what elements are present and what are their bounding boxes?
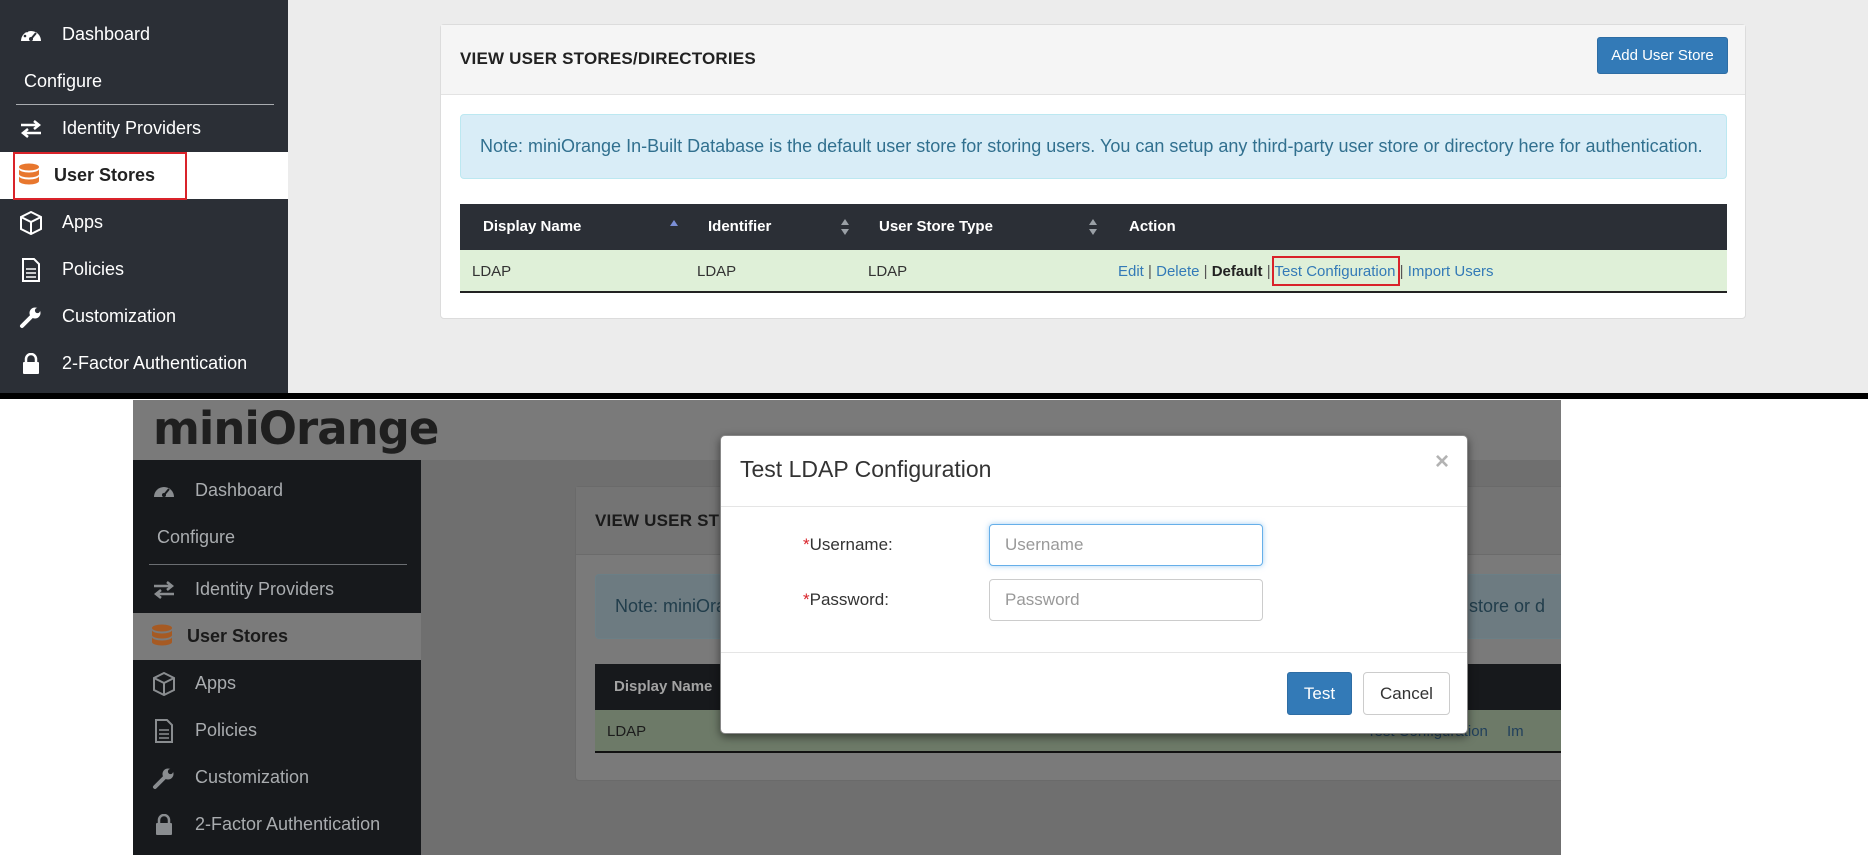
modal-title: Test LDAP Configuration (740, 456, 992, 482)
import-users-link[interactable]: Im (1507, 723, 1524, 740)
lock-icon (16, 349, 46, 379)
password-label-text: Password: (809, 590, 889, 609)
user-stores-card: VIEW USER STORES/DIRECTORIES Add User St… (440, 24, 1746, 319)
sidebar-item-identity-providers[interactable]: Identity Providers (133, 566, 421, 613)
sidebar-item-dashboard[interactable]: Dashboard (0, 11, 288, 58)
sidebar-item-policies[interactable]: Policies (0, 246, 288, 293)
column-header-action: Action (1129, 218, 1176, 235)
sidebar-item-label: Customization (62, 306, 177, 326)
highlight-box (1272, 256, 1400, 286)
note-text: Note: miniOra (615, 596, 727, 616)
page-title: VIEW USER STORES/DIRECTORIES (460, 49, 756, 68)
separator: | (1203, 263, 1208, 280)
username-label-text: Username: (809, 535, 893, 554)
sidebar-item-policies[interactable]: Policies (133, 707, 421, 754)
cell-user-store-type: LDAP (868, 263, 908, 280)
miniorange-logo: miniOrange (153, 402, 439, 455)
modal-footer-divider (721, 652, 1467, 653)
sidebar-item-label: User Stores (187, 626, 289, 646)
cell-display-name: LDAP (472, 263, 512, 280)
cube-icon (149, 669, 179, 699)
sidebar-item-user-stores[interactable]: User Stores (133, 613, 421, 660)
test-button[interactable]: Test (1287, 672, 1352, 715)
sort-both-icon[interactable] (1088, 217, 1098, 237)
wrench-icon (149, 763, 179, 793)
column-header-user-store-type[interactable]: User Store Type (879, 218, 993, 235)
close-icon[interactable]: × (1435, 448, 1449, 476)
separator: | (1148, 263, 1152, 280)
sidebar-item-label: Identity Providers (62, 118, 202, 138)
wrench-icon (16, 302, 46, 332)
default-label: Default (1211, 263, 1263, 280)
sidebar-section-configure: Configure (157, 527, 236, 547)
sidebar-item-label: Policies (195, 720, 258, 740)
column-header-identifier[interactable]: Identifier (708, 218, 771, 235)
sidebar-item-apps[interactable]: Apps (133, 660, 421, 707)
sidebar-item-customization[interactable]: Customization (133, 754, 421, 801)
dashboard-gauge-icon (149, 476, 179, 506)
top-screenshot: Dashboard Configure Identity Providers U… (0, 0, 1868, 395)
sidebar-section-configure: Configure (24, 71, 103, 91)
sidebar-item-customization[interactable]: Customization (0, 293, 288, 340)
arrows-exchange-icon (149, 575, 179, 605)
sidebar-item-label: Identity Providers (195, 579, 335, 599)
sidebar-item-label: Dashboard (195, 480, 284, 500)
sidebar: Dashboard Configure Identity Providers U… (0, 0, 288, 395)
sidebar-item-label: 2-Factor Authentication (62, 353, 248, 373)
sidebar-item-2fa[interactable]: 2-Factor Authentication (0, 340, 288, 387)
info-note: Note: miniOrange In-Built Database is th… (460, 114, 1727, 179)
username-label: *Username: (803, 535, 893, 555)
required-mark: * (803, 590, 810, 609)
sidebar-item-2fa[interactable]: 2-Factor Authentication (133, 801, 421, 848)
sort-ascending-icon[interactable] (669, 217, 679, 237)
table-row: LDAP LDAP LDAP Edit | Delete | Default |… (460, 250, 1727, 293)
document-icon (149, 716, 179, 746)
sort-both-icon[interactable] (840, 217, 850, 237)
cancel-button[interactable]: Cancel (1363, 672, 1450, 715)
delete-link[interactable]: Delete (1156, 263, 1199, 280)
sidebar-item-apps[interactable]: Apps (0, 199, 288, 246)
arrows-exchange-icon (16, 114, 46, 144)
sidebar-item-label: Apps (195, 673, 237, 693)
modal-header-divider (721, 506, 1467, 507)
sidebar-divider (149, 564, 407, 565)
separator: | (1399, 263, 1404, 280)
document-icon (16, 255, 46, 285)
separator: | (1266, 263, 1271, 280)
sidebar-item-dashboard[interactable]: Dashboard (133, 467, 421, 514)
panel-divider (0, 393, 1868, 399)
cube-icon (16, 208, 46, 238)
test-ldap-modal: Test LDAP Configuration × *Username: *Pa… (720, 435, 1468, 734)
username-input[interactable] (989, 524, 1263, 566)
password-label: *Password: (803, 590, 889, 610)
table-header: Display Name Identifier User Store Type … (460, 204, 1727, 250)
page-title: VIEW USER ST (595, 511, 720, 530)
import-users-link[interactable]: Import Users (1408, 263, 1494, 280)
highlight-box (13, 152, 187, 200)
column-header-display-name[interactable]: Display Name (483, 218, 581, 235)
cell-identifier: LDAP (697, 263, 737, 280)
sidebar-item-label: Customization (195, 767, 310, 787)
sidebar-item-label: Policies (62, 259, 125, 279)
password-input[interactable] (989, 579, 1263, 621)
sidebar-item-identity-providers[interactable]: Identity Providers (0, 105, 288, 152)
database-icon (147, 622, 177, 652)
sidebar-item-label: 2-Factor Authentication (195, 814, 381, 834)
dashboard-gauge-icon (16, 20, 46, 50)
column-header-display-name[interactable]: Display Name (614, 678, 712, 695)
logo-text: miniOrange (153, 402, 439, 455)
add-user-store-button[interactable]: Add User Store (1597, 37, 1728, 74)
sidebar: Dashboard Configure Identity Providers U… (133, 460, 421, 855)
sidebar-item-label: Apps (62, 212, 104, 232)
card-header: VIEW USER STORES/DIRECTORIES Add User St… (441, 25, 1745, 95)
edit-link[interactable]: Edit (1118, 263, 1144, 280)
cell-display-name: LDAP (607, 723, 647, 740)
lock-icon (149, 810, 179, 840)
required-mark: * (803, 535, 810, 554)
sidebar-item-label: Dashboard (62, 24, 151, 44)
